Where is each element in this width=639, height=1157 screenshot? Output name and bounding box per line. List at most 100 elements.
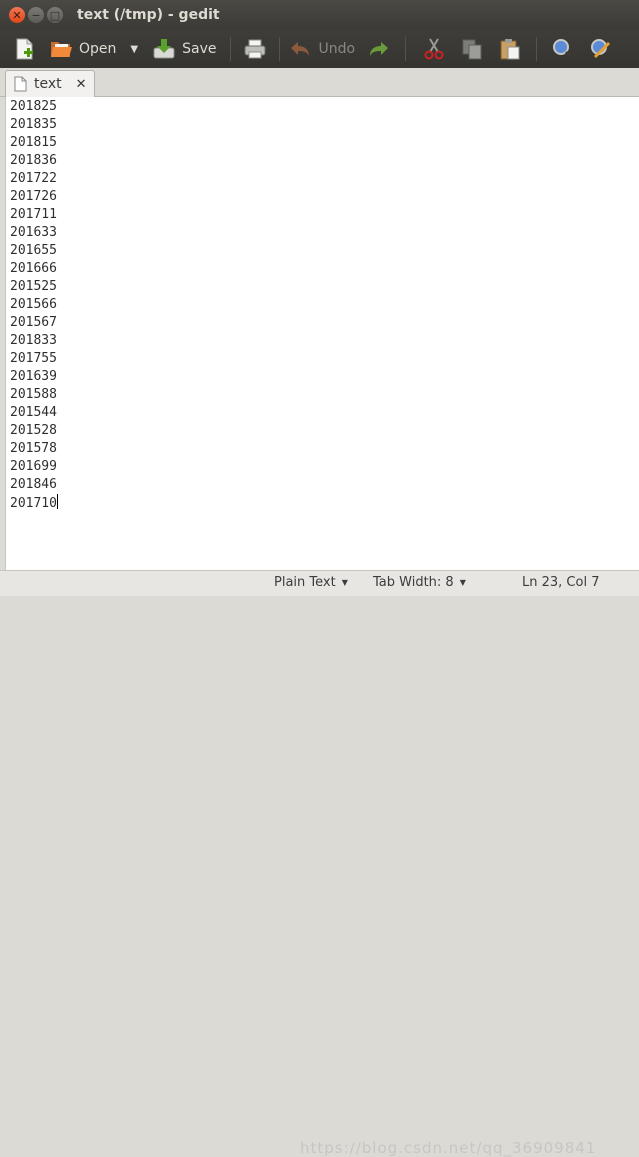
tab-width-label: Tab Width: 8 <box>373 575 454 590</box>
editor-line[interactable]: 201833 <box>10 332 58 350</box>
editor-line-text: 201815 <box>10 135 57 150</box>
watermark: https://blog.csdn.net/qq_36909841 <box>300 1139 597 1157</box>
editor-line[interactable]: 201544 <box>10 404 58 422</box>
editor-line[interactable]: 201846 <box>10 476 58 494</box>
search-icon <box>553 39 574 60</box>
editor-line[interactable]: 201699 <box>10 458 58 476</box>
copy-button[interactable] <box>460 34 484 64</box>
toolbar-separator <box>279 37 281 61</box>
text-editor[interactable]: 201825 201835 201815 201836 201722 201726 2017… <box>5 97 639 570</box>
editor-line[interactable]: 201726 <box>10 188 58 206</box>
editor-line[interactable]: 201722 <box>10 170 58 188</box>
editor-line-text: 201655 <box>10 243 57 258</box>
editor-line-text: 201755 <box>10 351 57 366</box>
editor-line-text: 201566 <box>10 297 57 312</box>
editor-line-text: 201699 <box>10 459 57 474</box>
title-bar: ✕ − □ text (/tmp) - gedit <box>0 0 639 30</box>
undo-icon <box>291 42 310 56</box>
search-replace-icon <box>591 39 611 59</box>
status-bar: https://blog.csdn.net/qq_36909841 Plain … <box>0 570 639 1157</box>
save-label: Save <box>182 41 217 57</box>
open-button[interactable]: Open <box>49 34 116 64</box>
editor-line-text: 201835 <box>10 117 57 132</box>
chevron-down-icon: ▼ <box>459 578 466 587</box>
document-icon <box>14 76 27 92</box>
undo-button[interactable]: Undo <box>288 34 355 64</box>
language-label: Plain Text <box>274 575 336 590</box>
cursor-position-label: Ln 23, Col 7 <box>522 575 600 590</box>
copy-icon <box>462 39 482 60</box>
recent-files-dropdown[interactable]: ▼ <box>130 34 138 64</box>
editor-line[interactable]: 201633 <box>10 224 58 242</box>
editor-line-text: 201525 <box>10 279 57 294</box>
editor-line[interactable]: 201815 <box>10 134 58 152</box>
editor-line-text: 201846 <box>10 477 57 492</box>
cursor-position: Ln 23, Col 7 <box>522 575 599 590</box>
cut-icon <box>424 38 444 60</box>
tab-text[interactable]: text ✕ <box>5 70 95 97</box>
toolbar-separator <box>536 37 538 61</box>
paste-icon <box>500 39 520 60</box>
editor-line-text: 201578 <box>10 441 57 456</box>
language-selector[interactable]: Plain Text ▼ <box>274 575 348 590</box>
editor-line-text: 201722 <box>10 171 57 186</box>
close-window-icon[interactable]: ✕ <box>9 7 25 23</box>
editor-line-text: 201710 <box>10 496 57 511</box>
editor-line-text: 201836 <box>10 153 57 168</box>
editor-line-text: 201711 <box>10 207 57 222</box>
toolbar-separator <box>230 37 232 61</box>
editor-line-text: 201567 <box>10 315 57 330</box>
cut-button[interactable] <box>422 34 446 64</box>
chevron-down-icon: ▼ <box>130 43 139 55</box>
editor-line-text: 201825 <box>10 99 57 114</box>
editor-line[interactable]: 201588 <box>10 386 58 404</box>
print-button[interactable] <box>243 34 267 64</box>
new-document-icon <box>16 38 33 60</box>
editor-line[interactable]: 201566 <box>10 296 58 314</box>
new-document-button[interactable] <box>12 34 36 64</box>
editor-line-text: 201833 <box>10 333 57 348</box>
toolbar: Open ▼ Save Undo <box>0 30 639 68</box>
editor-line[interactable]: 201755 <box>10 350 58 368</box>
close-tab-icon[interactable]: ✕ <box>76 77 87 92</box>
toolbar-separator <box>405 37 407 61</box>
tab-width-selector[interactable]: Tab Width: 8 ▼ <box>373 575 466 590</box>
editor-line[interactable]: 201639 <box>10 368 58 386</box>
editor-line[interactable]: 201711 <box>10 206 58 224</box>
editor-line[interactable]: 201578 <box>10 440 58 458</box>
editor-line[interactable]: 201835 <box>10 116 58 134</box>
editor-line[interactable]: 201525 <box>10 278 58 296</box>
minimize-window-icon[interactable]: − <box>28 7 44 23</box>
redo-button[interactable] <box>367 34 391 64</box>
maximize-window-icon[interactable]: □ <box>47 7 63 23</box>
search-button[interactable] <box>551 34 575 64</box>
editor-line[interactable]: 201710 <box>10 494 58 512</box>
save-icon <box>153 39 175 59</box>
search-replace-button[interactable] <box>589 34 613 64</box>
redo-icon <box>370 42 389 56</box>
editor-line[interactable]: 201655 <box>10 242 58 260</box>
tab-label: text <box>34 76 62 92</box>
folder-open-icon <box>51 42 72 57</box>
paste-button[interactable] <box>498 34 522 64</box>
editor-line-text: 201633 <box>10 225 57 240</box>
tab-strip: text ✕ <box>0 68 639 97</box>
editor-line-text: 201588 <box>10 387 57 402</box>
editor-line[interactable]: 201666 <box>10 260 58 278</box>
editor-line-text: 201544 <box>10 405 57 420</box>
editor-line-text: 201726 <box>10 189 57 204</box>
open-label: Open <box>79 41 117 57</box>
window-title: text (/tmp) - gedit <box>77 7 220 23</box>
editor-line[interactable]: 201567 <box>10 314 58 332</box>
editor-line[interactable]: 201825 <box>10 98 58 116</box>
editor-line-text: 201639 <box>10 369 57 384</box>
undo-label: Undo <box>318 41 356 57</box>
editor-line-text: 201666 <box>10 261 57 276</box>
chevron-down-icon: ▼ <box>341 578 348 587</box>
editor-line[interactable]: 201528 <box>10 422 58 440</box>
save-button[interactable]: Save <box>152 34 216 64</box>
editor-line-text: 201528 <box>10 423 57 438</box>
editor-content[interactable]: 201825 201835 201815 201836 201722 201726 2017… <box>10 98 58 512</box>
text-cursor <box>56 494 58 509</box>
editor-line[interactable]: 201836 <box>10 152 58 170</box>
